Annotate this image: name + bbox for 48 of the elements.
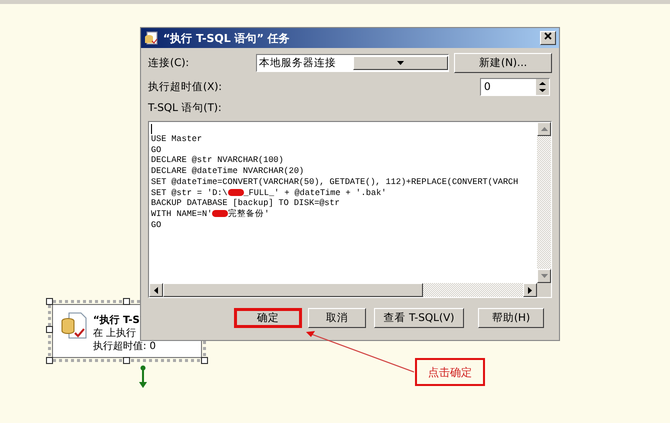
code-line: DECLARE @dateTime NVARCHAR(20) [151,166,306,177]
selection-handle[interactable] [46,326,53,333]
task-icon [144,31,158,45]
code-line: BACKUP DATABASE [backup] TO DISK=@str [151,198,341,208]
selection-handle[interactable] [46,357,53,364]
sql-editor[interactable] [148,121,552,298]
task-title: “执行 T-S [93,314,141,327]
close-button[interactable] [540,31,556,45]
connector-arrow [139,366,147,388]
code-line: DECLARE @str NVARCHAR(100) [151,155,285,166]
task-description: 在 上执行 [93,327,138,340]
scrollbar-thumb[interactable] [163,283,423,297]
callout-label: 点击确定 [415,358,485,386]
database-task-icon [61,311,87,341]
timeout-label: 执行超时值(X): [148,80,222,94]
scroll-up-icon [540,127,548,131]
code-line: WITH NAME=N' 完整备份' [151,208,270,220]
new-connection-button[interactable]: 新建(N)... [454,53,552,73]
task-timeout-text: 执行超时值: 0 [93,340,156,353]
caret-icon [396,61,404,65]
text-cursor [151,124,152,134]
selection-handle[interactable] [123,357,130,364]
cancel-button[interactable]: 取消 [308,308,366,328]
view-sql-button[interactable]: 查看 T-SQL(V) [374,308,464,328]
code-line: SET @str = 'D:\ _FULL_' + @dateTime + '.bak' [151,188,388,198]
close-icon [544,32,552,40]
code-line: GO [151,144,162,156]
help-button[interactable]: 帮助(H) [478,308,544,328]
connection-label: 连接(C): [148,56,190,70]
selection-handle[interactable] [46,298,53,305]
selection-handle[interactable] [123,298,130,305]
ok-button[interactable]: 确定 [234,308,302,328]
code-line: GO [151,220,162,230]
vertical-scrollbar[interactable] [537,122,551,283]
redaction-mark [228,188,244,196]
redaction-mark [212,210,228,218]
timeout-spinner[interactable]: 0 [480,78,550,96]
window-title: “执行 T-SQL 语句” 任务 [163,30,291,46]
scroll-left-icon [154,286,158,294]
sql-statement-label: T-SQL 语句(T): [148,101,222,115]
scrollbar-corner [537,283,551,297]
scroll-down-icon [540,274,548,278]
scroll-right-icon [528,286,532,294]
code-line: USE Master [151,134,204,145]
connection-dropdown[interactable]: 本地服务器连接 [256,54,449,72]
horizontal-scrollbar[interactable] [149,283,537,297]
code-line: SET @dateTime=CONVERT(VARCHAR(50), GETDATE(), 112)+REPLACE(CONVERT(VARCH [151,176,520,188]
selection-handle[interactable] [201,357,208,364]
